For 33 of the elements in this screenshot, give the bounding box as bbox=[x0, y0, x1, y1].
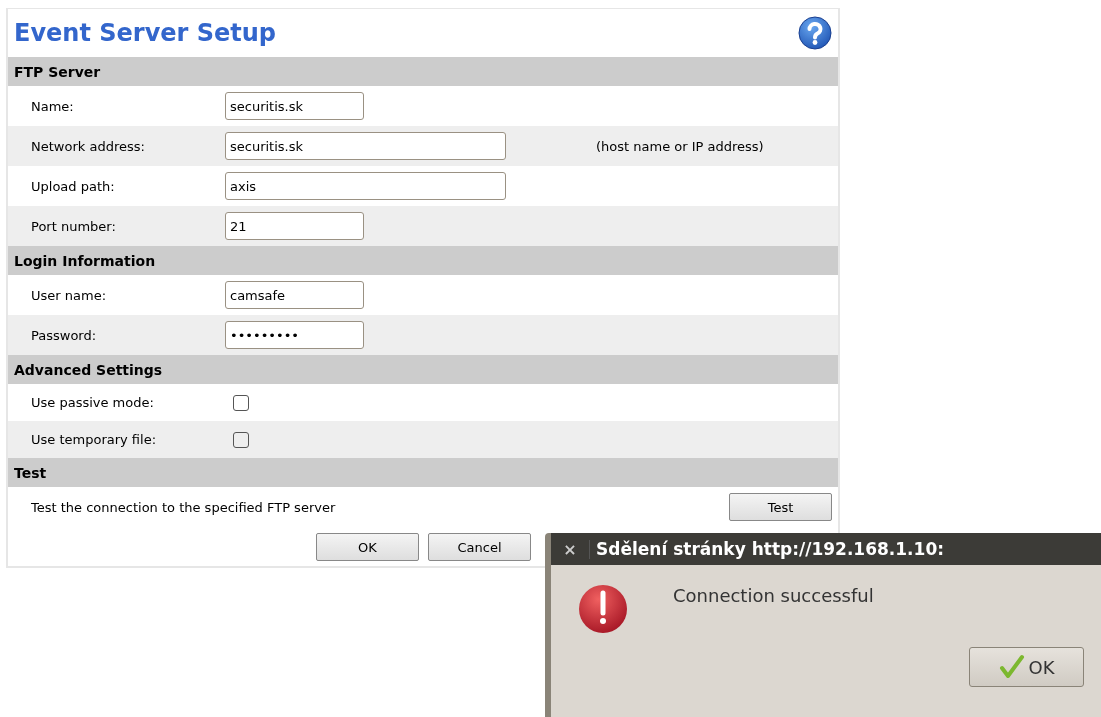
text-field[interactable]: securitis.sk bbox=[225, 132, 506, 160]
description-text: Test the connection to the specified FTP server bbox=[30, 499, 337, 515]
checkmark-icon bbox=[998, 654, 1025, 680]
close-button[interactable]: × bbox=[551, 539, 590, 559]
section-header: Test bbox=[8, 458, 838, 487]
checkbox[interactable] bbox=[233, 431, 249, 448]
page-title: Event Server Setup bbox=[14, 19, 277, 47]
warning-icon bbox=[577, 583, 629, 635]
password-field[interactable]: ••••••••• bbox=[225, 321, 364, 349]
dialog-message: Connection successful bbox=[673, 585, 874, 608]
section-header: Login Information bbox=[8, 246, 838, 275]
field-label: Password: bbox=[30, 327, 98, 343]
ok-button[interactable]: OK bbox=[969, 647, 1084, 687]
cancel-button[interactable]: Cancel bbox=[428, 533, 531, 561]
section-header: FTP Server bbox=[8, 57, 838, 86]
text-field[interactable]: axis bbox=[225, 172, 506, 200]
ok-button[interactable]: OK bbox=[316, 533, 419, 561]
text-field[interactable]: securitis.sk bbox=[225, 92, 364, 120]
field-label: User name: bbox=[30, 287, 107, 303]
field-label: Upload path: bbox=[30, 178, 116, 194]
field-label: Network address: bbox=[30, 138, 146, 154]
field-label: Name: bbox=[30, 98, 75, 114]
test-button[interactable]: Test bbox=[729, 493, 832, 521]
section-header: Advanced Settings bbox=[8, 355, 838, 384]
text-field[interactable]: 21 bbox=[225, 212, 364, 240]
field-label: Use temporary file: bbox=[30, 432, 158, 447]
field-label: Port number: bbox=[30, 218, 117, 234]
checkbox[interactable] bbox=[233, 394, 249, 411]
text-field[interactable]: camsafe bbox=[225, 281, 364, 309]
field-hint: (host name or IP address) bbox=[596, 138, 764, 154]
field-label: Use passive mode: bbox=[30, 395, 155, 410]
help-icon[interactable] bbox=[798, 16, 832, 50]
dialog-title: Sdělení stránky http://192.168.1.10: bbox=[595, 539, 945, 559]
